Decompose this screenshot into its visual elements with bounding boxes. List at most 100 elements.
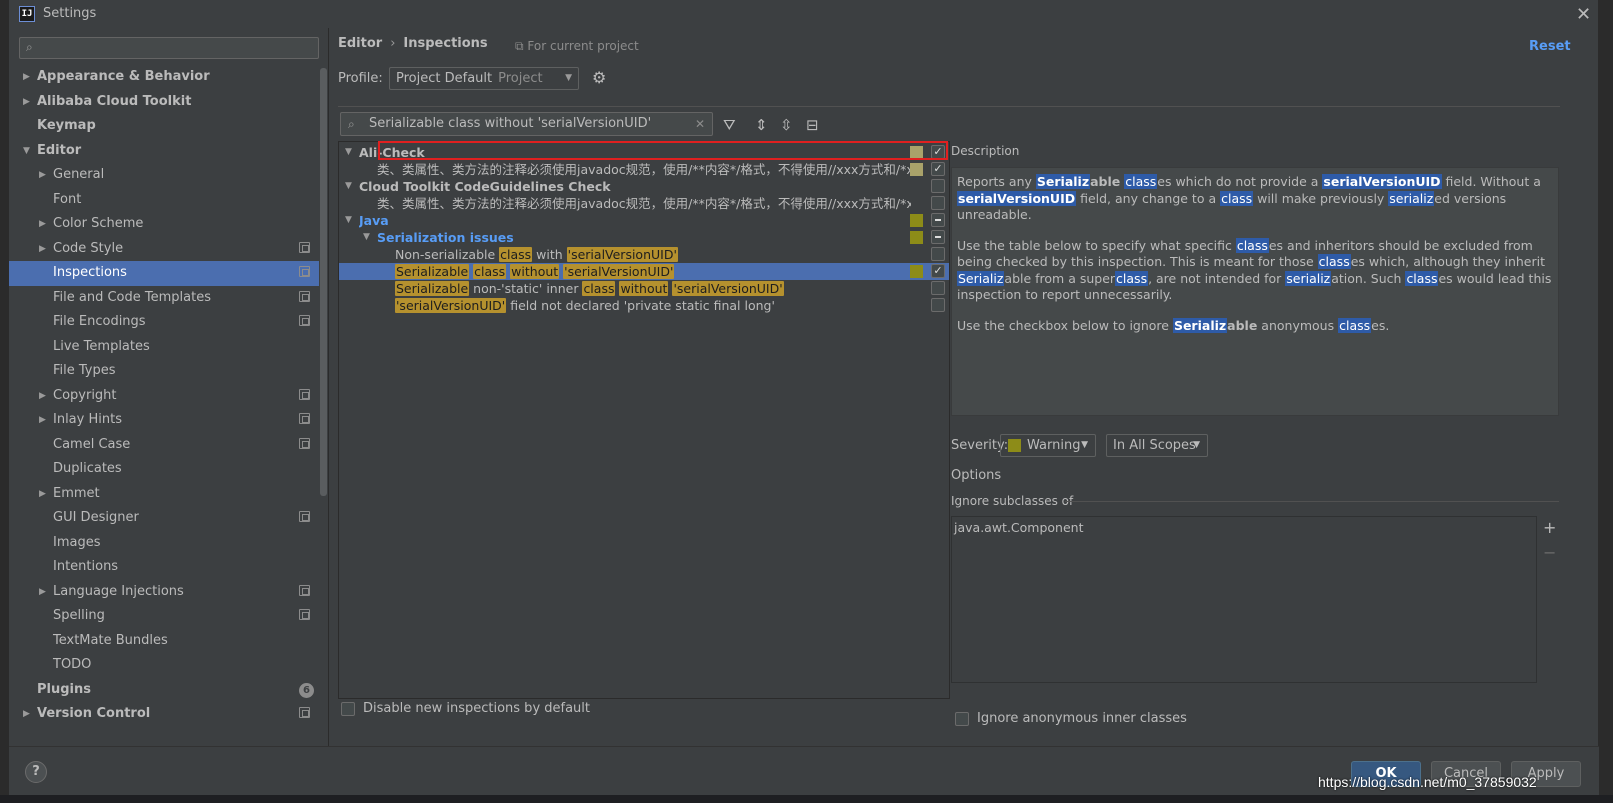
sidebar-item-images[interactable]: Images [9,531,319,556]
inspection-row[interactable]: Serializable non-'static' inner class wi… [339,280,949,297]
inspection-search-input[interactable]: ⌕ Serializable class without 'serialVers… [340,112,713,136]
sidebar-item-copyright[interactable]: ▶ Copyright [9,384,319,409]
inspection-row[interactable]: 类、类属性、类方法的注释必须使用javadoc规范，使用/**内容*/格式，不得… [339,161,949,178]
inspection-group[interactable]: ▼ Cloud Toolkit CodeGuidelines Check [339,178,949,195]
chevron-down-icon[interactable]: ▼ [363,229,370,246]
description-match: class [1220,190,1254,206]
severity-select[interactable]: Warning ▼ [1000,434,1096,457]
description-text: will make previously [1253,190,1389,206]
clear-icon[interactable]: ✕ [695,113,705,135]
inspection-text: non-'static' inner [469,281,583,296]
settings-dialog: IJ Settings ✕ ⌕ ▶ Appearance & Behavior ▶ A… [8,0,1599,803]
sidebar-item-emmet[interactable]: ▶ Emmet [9,482,319,507]
sidebar-item-gui-designer[interactable]: GUI Designer [9,506,319,531]
project-scope-icon [299,266,310,277]
filter-icon[interactable]: ⛛ [723,116,736,134]
inspection-checkbox[interactable] [931,179,945,193]
profile-select[interactable]: Project Default Project ▼ [389,67,579,90]
sidebar-item-label: Intentions [53,559,119,574]
sidebar-item-code-style[interactable]: ▶ Code Style [9,237,319,262]
gear-icon[interactable]: ⚙ [592,68,606,87]
inspection-checkbox[interactable] [931,196,945,210]
sidebar-item-label: Inspections [53,265,127,280]
sidebar-item-file-and-code-templates[interactable]: File and Code Templates [9,286,319,311]
expand-all-icon[interactable]: ⇕ [755,116,768,134]
collapse-all-icon[interactable]: ⇳ [780,116,793,134]
sidebar-item-editor[interactable]: ▼ Editor [9,139,319,164]
sidebar-item-version-control[interactable]: ▶ Version Control [9,702,319,727]
sidebar-item-label: File Types [53,363,116,378]
sidebar-item-spelling[interactable]: Spelling [9,604,319,629]
disable-new-checkbox[interactable] [341,702,355,716]
inspection-label: Serialization issues [377,230,514,245]
chevron-right-icon[interactable]: ▶ [39,237,46,261]
chevron-right-icon[interactable]: ▶ [39,408,46,432]
scope-select[interactable]: In All Scopes ▼ [1106,434,1208,457]
inspection-checkbox[interactable] [931,298,945,312]
sidebar-item-keymap[interactable]: Keymap [9,114,319,139]
inspection-group[interactable]: ▼ Ali-Check ✓ [339,144,949,161]
chevron-right-icon[interactable]: ▶ [23,65,30,89]
sidebar-item-duplicates[interactable]: Duplicates [9,457,319,482]
close-icon[interactable]: ✕ [1576,4,1591,25]
reset-to-empty-icon[interactable]: ⊟ [806,116,819,134]
sidebar-item-color-scheme[interactable]: ▶ Color Scheme [9,212,319,237]
sidebar-scrollbar[interactable] [320,68,327,496]
project-scope-icon [299,315,310,326]
add-icon[interactable]: + [1543,518,1556,537]
inspection-row[interactable]: 类、类属性、类方法的注释必须使用javadoc规范，使用/**内容*/格式，不得… [339,195,949,212]
sidebar-item-textmate-bundles[interactable]: TextMate Bundles [9,629,319,654]
ignored-class-item[interactable]: java.awt.Component [954,520,1534,535]
sidebar-item-intentions[interactable]: Intentions [9,555,319,580]
inspection-row[interactable]: Serializable class without 'serialVersio… [339,263,949,280]
remove-icon[interactable]: − [1543,543,1556,562]
inspection-checkbox[interactable] [931,281,945,295]
severity-swatch [910,163,923,176]
chevron-right-icon[interactable]: ▶ [39,580,46,604]
sidebar-item-label: General [53,167,105,182]
sidebar-item-plugins[interactable]: Plugins 6 [9,678,319,703]
sidebar-item-font[interactable]: Font [9,188,319,213]
sidebar-item-general[interactable]: ▶ General [9,163,319,188]
chevron-right-icon[interactable]: ▶ [23,90,30,114]
chevron-down-icon[interactable]: ▼ [345,178,352,195]
sidebar-item-inlay-hints[interactable]: ▶ Inlay Hints [9,408,319,433]
description-match: Serializ [1172,317,1228,333]
sidebar-item-inspections[interactable]: Inspections [9,261,319,286]
ignore-subclasses-list[interactable]: java.awt.Component [951,516,1537,683]
inspection-row[interactable]: Non-serializable class with 'serialVersi… [339,246,949,263]
inspection-checkbox[interactable] [931,247,945,261]
inspection-checkbox[interactable] [931,230,945,244]
inspection-group[interactable]: ▼ Java [339,212,949,229]
inspection-checkbox[interactable]: ✓ [931,264,945,278]
inspection-row[interactable]: 'serialVersionUID' field not declared 'p… [339,297,949,314]
inspection-group[interactable]: ▼ Serialization issues [339,229,949,246]
chevron-down-icon[interactable]: ▼ [23,139,30,163]
chevron-right-icon[interactable]: ▶ [39,482,46,506]
sidebar-item-label: File and Code Templates [53,289,211,305]
sidebar-item-alibaba-cloud-toolkit[interactable]: ▶ Alibaba Cloud Toolkit [9,90,319,115]
settings-search-input[interactable]: ⌕ [19,37,319,59]
sidebar-item-language-injections[interactable]: ▶ Language Injections [9,580,319,605]
chevron-down-icon[interactable]: ▼ [345,212,352,229]
chevron-down-icon[interactable]: ▼ [345,144,352,161]
sidebar-item-todo[interactable]: TODO [9,653,319,678]
description-match: able [1227,317,1258,333]
sidebar-item-file-encodings[interactable]: File Encodings [9,310,319,335]
inspection-checkbox[interactable] [931,213,945,227]
intellij-icon: IJ [19,6,35,22]
chevron-right-icon[interactable]: ▶ [23,702,30,726]
sidebar-item-file-types[interactable]: File Types [9,359,319,384]
chevron-right-icon[interactable]: ▶ [39,163,46,187]
sidebar-item-live-templates[interactable]: Live Templates [9,335,319,360]
inspection-checkbox[interactable]: ✓ [931,145,945,159]
chevron-right-icon[interactable]: ▶ [39,384,46,408]
chevron-right-icon[interactable]: ▶ [39,212,46,236]
ignore-anonymous-checkbox[interactable] [955,712,969,726]
help-button[interactable]: ? [25,761,47,783]
sidebar-item-appearance-behavior[interactable]: ▶ Appearance & Behavior [9,65,319,90]
sidebar-item-camel-case[interactable]: Camel Case [9,433,319,458]
description-match: serialVersionUID [1322,174,1442,189]
reset-link[interactable]: Reset [1529,39,1571,54]
inspection-checkbox[interactable]: ✓ [931,162,945,176]
